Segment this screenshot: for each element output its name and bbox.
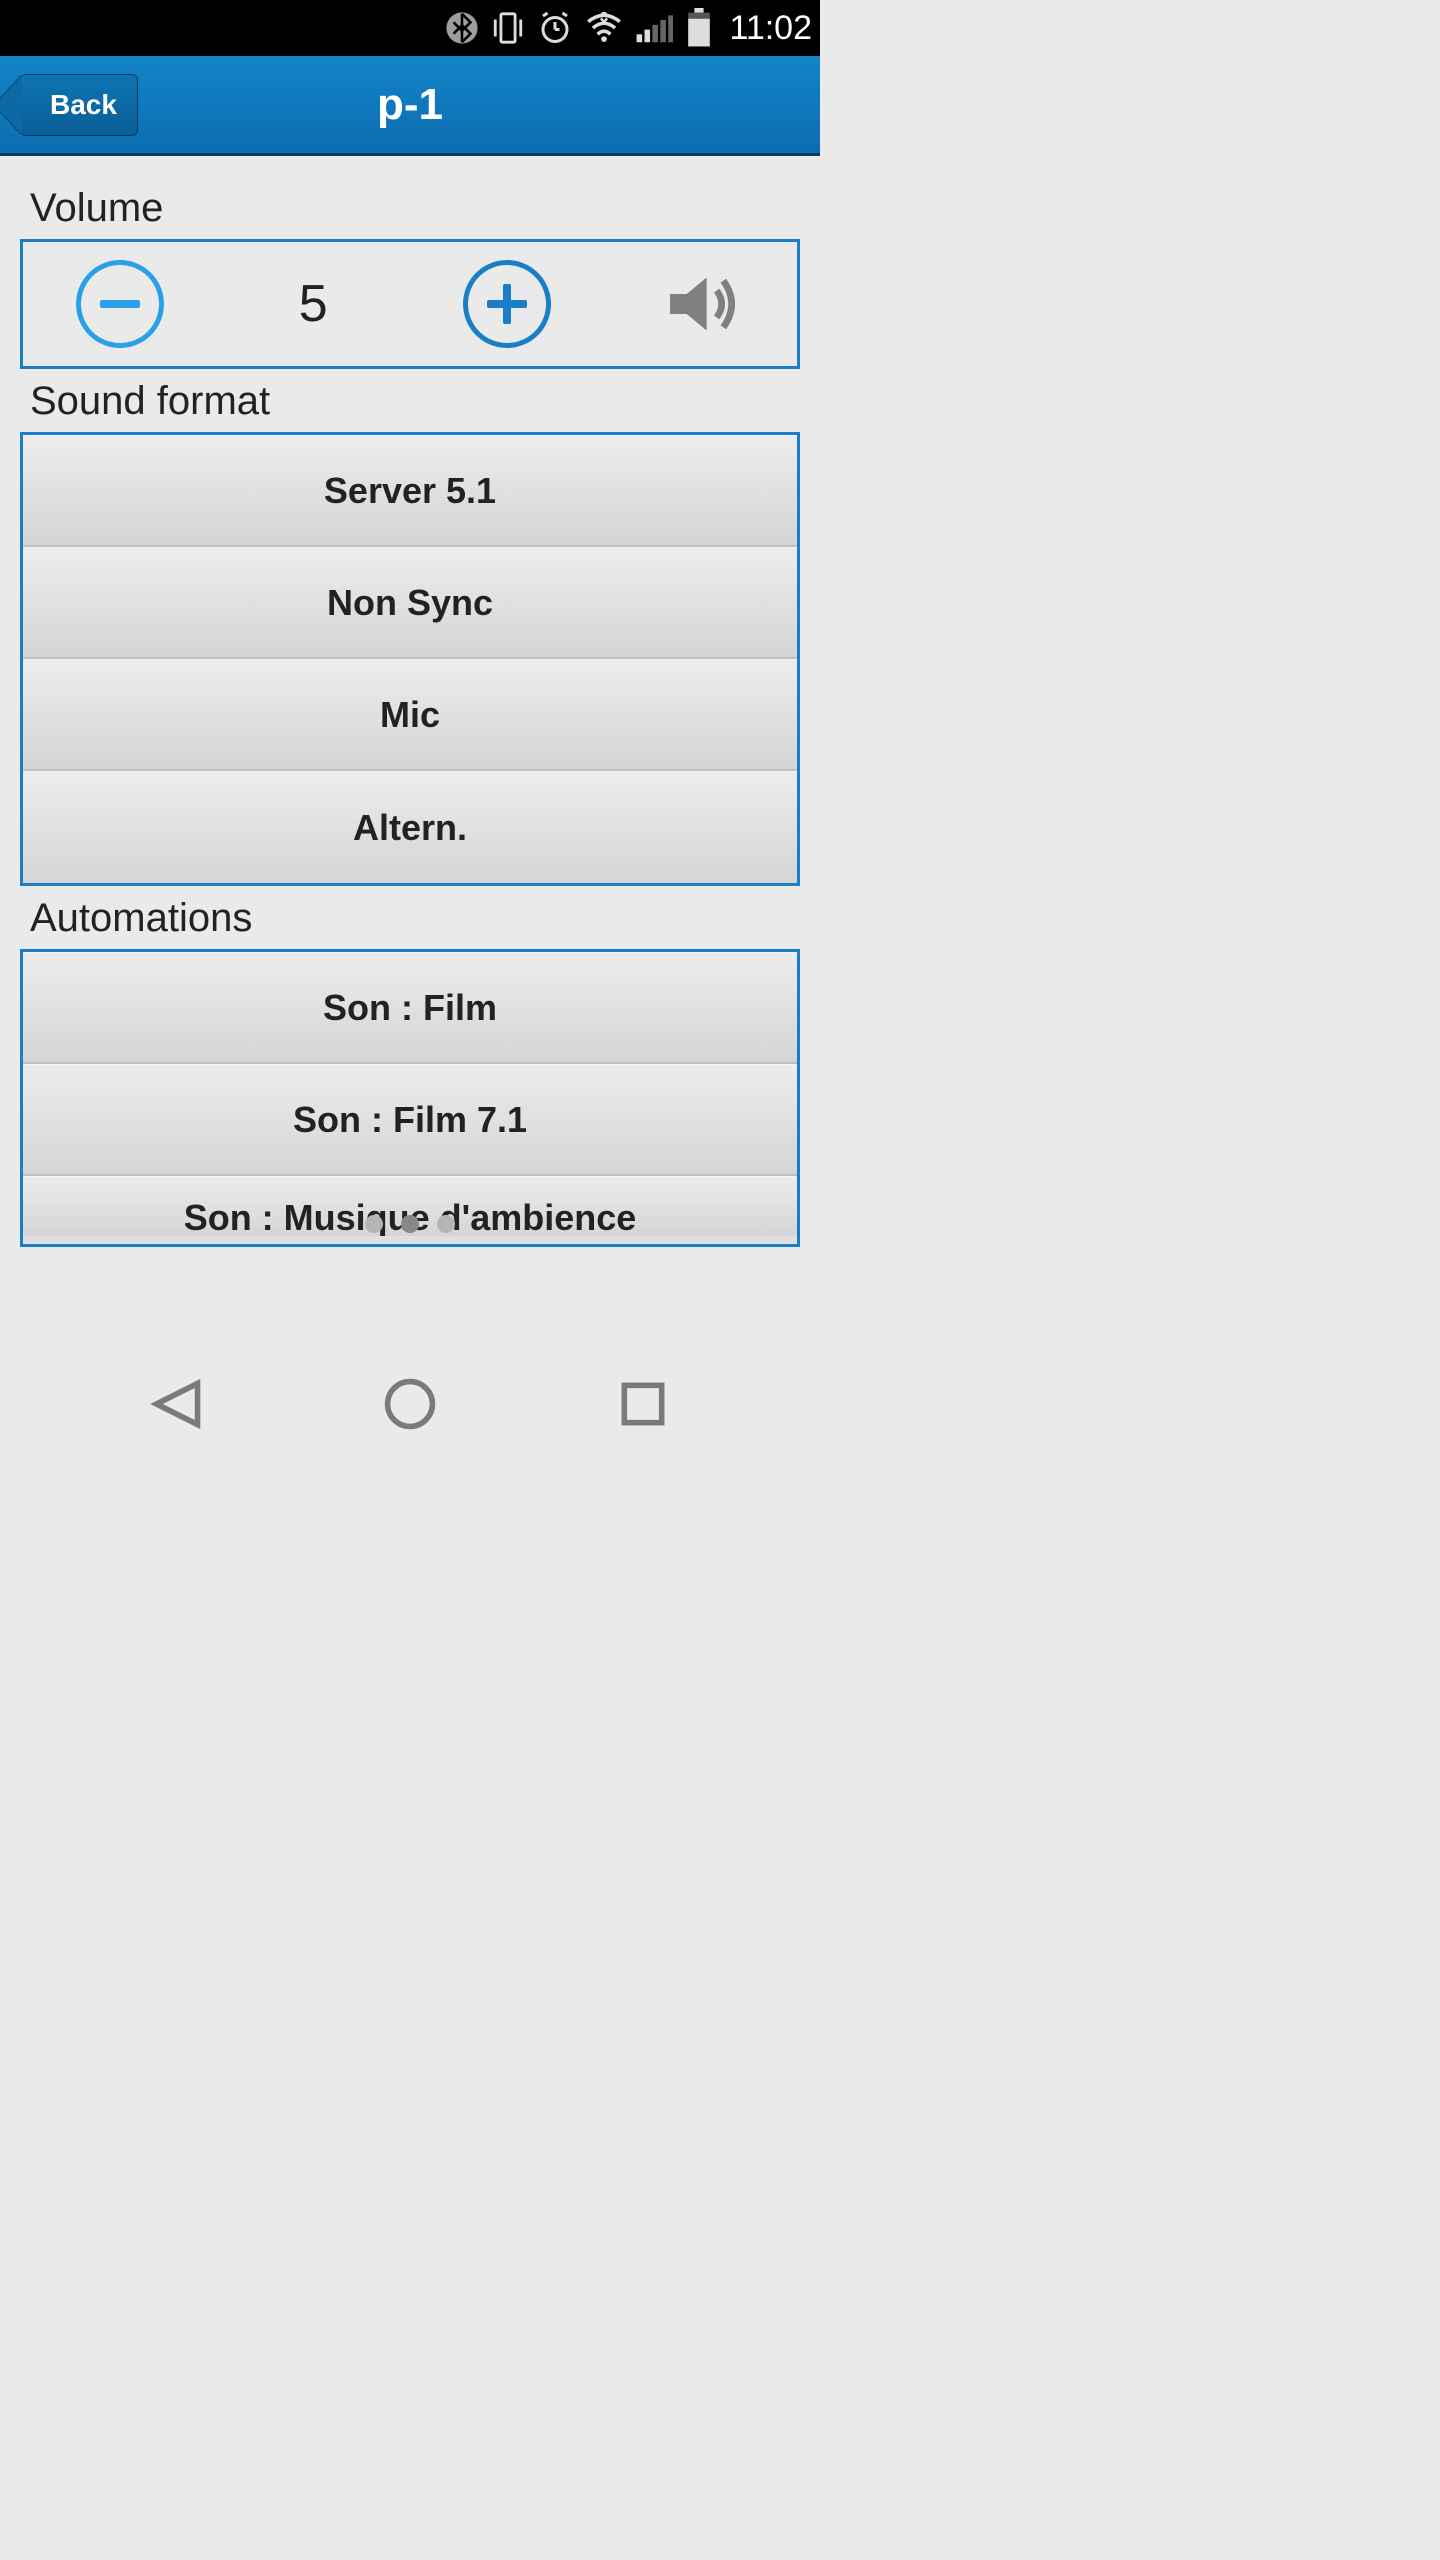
plus-icon <box>463 260 551 348</box>
back-button-label: Back <box>50 89 117 120</box>
status-time: 11:02 <box>729 9 812 48</box>
mute-button[interactable] <box>604 264 798 344</box>
page-dot-active <box>401 1215 419 1233</box>
vibrate-icon <box>491 8 525 48</box>
nav-back-button[interactable] <box>149 1376 205 1437</box>
speaker-icon <box>660 264 740 344</box>
alarm-icon <box>537 10 573 46</box>
page-title: p-1 <box>377 80 443 130</box>
nav-recent-icon <box>615 1376 671 1432</box>
content: Volume 5 Sound format Server 5.1 Non Syn… <box>0 156 820 1247</box>
battery-icon <box>685 8 713 48</box>
page-indicator <box>0 1215 820 1233</box>
volume-label: Volume <box>30 186 800 231</box>
volume-panel: 5 <box>20 239 800 369</box>
back-button[interactable]: Back <box>20 74 138 136</box>
nav-back-icon <box>149 1376 205 1432</box>
nav-home-icon <box>382 1376 438 1432</box>
automation-item[interactable]: Son : Film 7.1 <box>23 1064 797 1176</box>
volume-up-button[interactable] <box>410 260 604 348</box>
automations-panel[interactable]: Son : Film Son : Film 7.1 Son : Musique … <box>20 949 800 1247</box>
signal-icon <box>635 12 673 44</box>
title-bar: Back p-1 <box>0 56 820 156</box>
wifi-icon <box>585 12 623 44</box>
minus-icon <box>76 260 164 348</box>
page-dot <box>437 1215 455 1233</box>
volume-value: 5 <box>299 274 328 334</box>
bluetooth-icon <box>445 11 479 45</box>
sound-format-item[interactable]: Non Sync <box>23 547 797 659</box>
volume-down-button[interactable] <box>23 260 217 348</box>
sound-format-label: Sound format <box>30 379 800 424</box>
automation-item[interactable]: Son : Film <box>23 952 797 1064</box>
sound-format-item[interactable]: Altern. <box>23 771 797 883</box>
nav-home-button[interactable] <box>382 1376 438 1437</box>
automations-label: Automations <box>30 896 800 941</box>
android-nav-bar <box>0 1356 820 1456</box>
nav-recent-button[interactable] <box>615 1376 671 1437</box>
sound-format-item[interactable]: Mic <box>23 659 797 771</box>
sound-format-panel: Server 5.1 Non Sync Mic Altern. <box>20 432 800 886</box>
sound-format-item[interactable]: Server 5.1 <box>23 435 797 547</box>
status-bar: 11:02 <box>0 0 820 56</box>
page-dot <box>365 1215 383 1233</box>
